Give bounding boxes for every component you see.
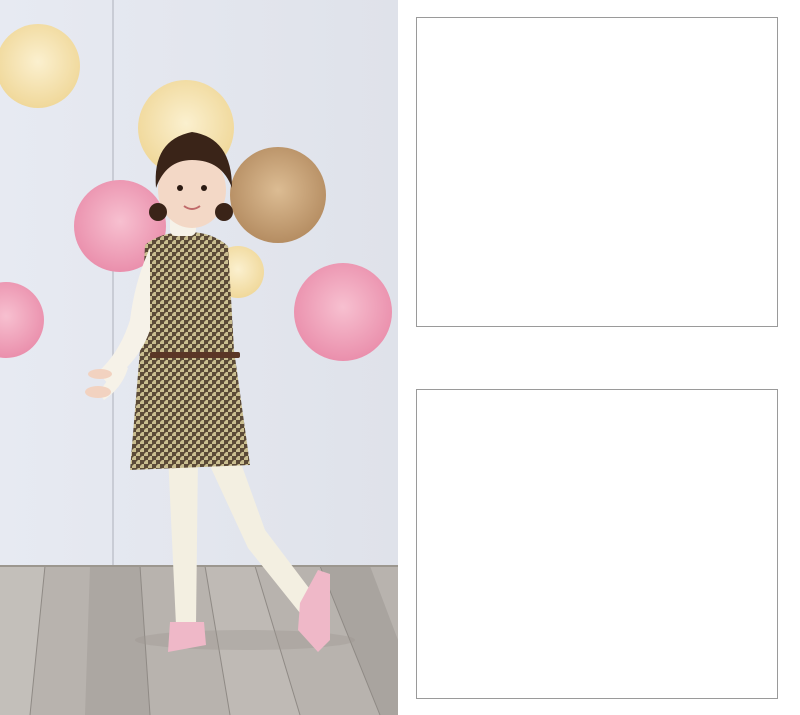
product-photo	[0, 0, 398, 715]
hair-bun-right	[215, 203, 233, 221]
photo-illustration	[0, 0, 398, 715]
image-placeholder-bottom	[416, 389, 778, 699]
pompom-tan	[230, 147, 326, 243]
hair-bun-left	[149, 203, 167, 221]
image-placeholder-top	[416, 17, 778, 327]
pompom-pink-2	[294, 263, 392, 361]
hand-lower	[85, 386, 111, 398]
hand-upper	[88, 369, 112, 379]
dress-belt	[150, 352, 240, 358]
